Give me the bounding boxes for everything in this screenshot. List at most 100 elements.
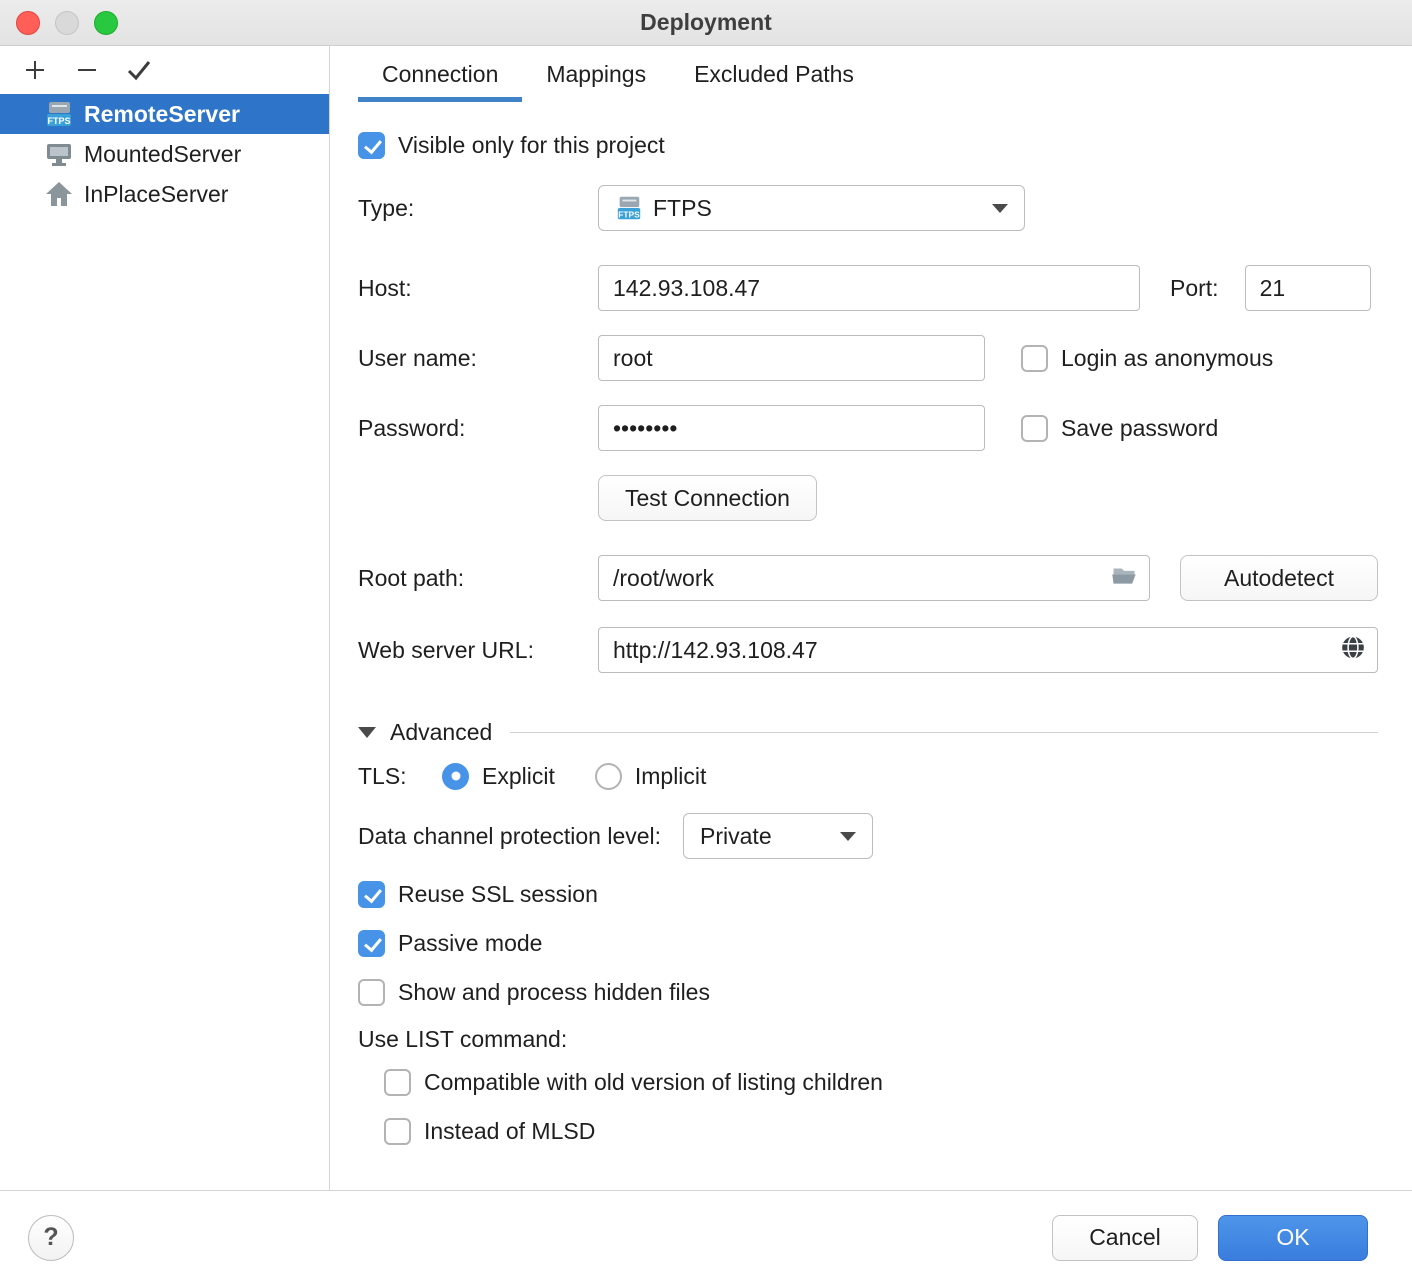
- svg-text:FTPS: FTPS: [618, 209, 640, 219]
- protection-level-select[interactable]: Private: [683, 813, 873, 859]
- web-server-url-input[interactable]: [598, 627, 1378, 673]
- mlsd-row: Instead of MLSD: [384, 1118, 1378, 1145]
- username-input[interactable]: [598, 335, 985, 381]
- test-connection-button[interactable]: Test Connection: [598, 475, 817, 521]
- mlsd-checkbox[interactable]: [384, 1118, 411, 1145]
- list-command-label: Use LIST command:: [358, 1026, 567, 1053]
- username-label: User name:: [358, 345, 598, 372]
- password-input[interactable]: [598, 405, 985, 451]
- plus-icon: [22, 57, 48, 83]
- tab-connection[interactable]: Connection: [358, 46, 522, 102]
- type-select[interactable]: FTPS FTPS: [598, 185, 1025, 231]
- home-icon: [44, 179, 74, 209]
- save-password-checkbox[interactable]: [1021, 415, 1048, 442]
- monitor-icon: [44, 139, 74, 169]
- server-list: FTPS RemoteServer MountedServe: [0, 94, 329, 214]
- save-password-label: Save password: [1061, 415, 1218, 442]
- check-icon: [125, 56, 153, 84]
- chevron-down-icon: [840, 832, 856, 841]
- globe-icon[interactable]: [1340, 635, 1366, 666]
- login-anonymous-checkbox[interactable]: [1021, 345, 1048, 372]
- zoom-window-button[interactable]: [94, 11, 118, 35]
- add-server-button[interactable]: [14, 52, 56, 88]
- port-label: Port:: [1170, 275, 1219, 302]
- reuse-ssl-label: Reuse SSL session: [398, 881, 598, 908]
- visible-only-label: Visible only for this project: [398, 132, 665, 159]
- host-input[interactable]: [598, 265, 1140, 311]
- username-row: User name: Login as anonymous: [358, 335, 1378, 381]
- expand-arrow-icon: [358, 727, 376, 738]
- server-list-item-mountedserver[interactable]: MountedServer: [0, 134, 329, 174]
- web-server-url-row: Web server URL:: [358, 627, 1378, 673]
- web-server-url-label: Web server URL:: [358, 637, 598, 664]
- host-label: Host:: [358, 275, 598, 302]
- connection-panel: Connection Mappings Excluded Paths Visib…: [330, 46, 1412, 1190]
- login-anonymous-label: Login as anonymous: [1061, 345, 1273, 372]
- tls-row: TLS: Explicit Implicit: [358, 759, 1378, 793]
- advanced-section-toggle[interactable]: Advanced: [358, 717, 1378, 747]
- compatible-row: Compatible with old version of listing c…: [384, 1069, 1378, 1096]
- minimize-window-button[interactable]: [55, 11, 79, 35]
- ftps-icon: FTPS: [44, 99, 74, 129]
- advanced-label: Advanced: [390, 719, 492, 746]
- tab-excluded-paths[interactable]: Excluded Paths: [670, 46, 878, 102]
- passive-mode-checkbox[interactable]: [358, 930, 385, 957]
- server-list-item-inplaceserver[interactable]: InPlaceServer: [0, 174, 329, 214]
- dialog-footer: ? Cancel OK: [0, 1190, 1412, 1284]
- titlebar: Deployment: [0, 0, 1412, 46]
- root-path-label: Root path:: [358, 565, 598, 592]
- server-item-label: RemoteServer: [84, 101, 240, 128]
- type-label: Type:: [358, 195, 598, 222]
- root-path-row: Root path: Autodetect: [358, 555, 1378, 601]
- ok-button[interactable]: OK: [1218, 1215, 1368, 1261]
- protection-level-row: Data channel protection level: Private: [358, 813, 1378, 859]
- server-list-item-remoteserver[interactable]: FTPS RemoteServer: [0, 94, 329, 134]
- reuse-ssl-row: Reuse SSL session: [358, 881, 1378, 908]
- passive-mode-label: Passive mode: [398, 930, 542, 957]
- host-row: Host: Port:: [358, 265, 1378, 311]
- tab-label: Excluded Paths: [694, 61, 854, 88]
- minus-icon: [74, 57, 100, 83]
- mlsd-label: Instead of MLSD: [424, 1118, 595, 1145]
- help-button[interactable]: ?: [28, 1215, 74, 1261]
- dialog-body: FTPS RemoteServer MountedServe: [0, 46, 1412, 1190]
- apply-button[interactable]: [118, 52, 160, 88]
- divider: [510, 732, 1378, 733]
- list-command-row: Use LIST command:: [358, 1026, 1378, 1053]
- passive-mode-row: Passive mode: [358, 930, 1378, 957]
- tls-implicit-label: Implicit: [635, 763, 707, 790]
- tls-implicit-radio[interactable]: [595, 763, 622, 790]
- port-input[interactable]: [1245, 265, 1371, 311]
- tls-explicit-radio[interactable]: [442, 763, 469, 790]
- tab-mappings[interactable]: Mappings: [522, 46, 670, 102]
- type-row: Type: FTPS FTPS: [358, 185, 1378, 231]
- sidebar-toolbar: [0, 46, 329, 94]
- root-path-field-wrap: [598, 555, 1150, 601]
- type-select-value: FTPS: [653, 195, 712, 222]
- server-sidebar: FTPS RemoteServer MountedServe: [0, 46, 330, 1190]
- compatible-checkbox[interactable]: [384, 1069, 411, 1096]
- hidden-files-row: Show and process hidden files: [358, 979, 1378, 1006]
- tls-label: TLS:: [358, 763, 442, 790]
- window-title: Deployment: [640, 9, 772, 36]
- remove-server-button[interactable]: [66, 52, 108, 88]
- chevron-down-icon: [992, 204, 1008, 213]
- visible-only-checkbox[interactable]: [358, 132, 385, 159]
- traffic-lights: [16, 11, 118, 35]
- compatible-label: Compatible with old version of listing c…: [424, 1069, 883, 1096]
- visible-only-row: Visible only for this project: [358, 132, 1378, 159]
- protection-level-label: Data channel protection level:: [358, 823, 661, 850]
- root-path-input[interactable]: [598, 555, 1150, 601]
- reuse-ssl-checkbox[interactable]: [358, 881, 385, 908]
- server-item-label: MountedServer: [84, 141, 241, 168]
- hidden-files-checkbox[interactable]: [358, 979, 385, 1006]
- tab-bar: Connection Mappings Excluded Paths: [358, 46, 1378, 102]
- folder-icon[interactable]: [1110, 562, 1138, 595]
- tls-explicit-label: Explicit: [482, 763, 555, 790]
- close-window-button[interactable]: [16, 11, 40, 35]
- test-connection-row: Test Connection: [358, 475, 1378, 521]
- autodetect-button[interactable]: Autodetect: [1180, 555, 1378, 601]
- cancel-button[interactable]: Cancel: [1052, 1215, 1198, 1261]
- svg-text:FTPS: FTPS: [47, 116, 70, 126]
- deployment-dialog: Deployment: [0, 0, 1412, 1284]
